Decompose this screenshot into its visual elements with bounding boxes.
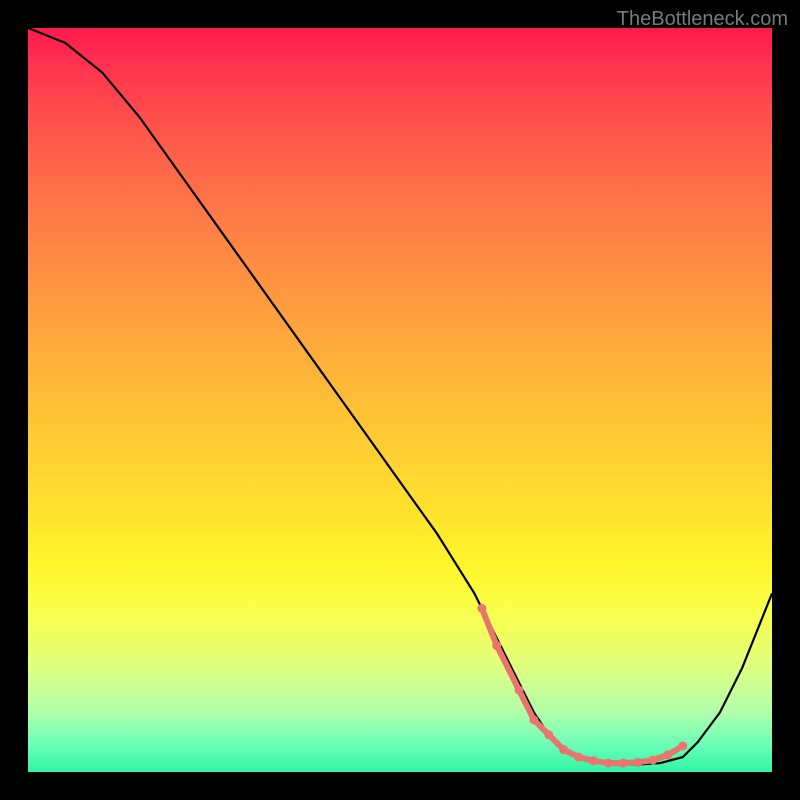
highlight-marker-group (477, 604, 687, 768)
highlight-segment (497, 646, 519, 691)
chart-svg (28, 28, 772, 772)
highlight-segment (519, 690, 534, 720)
watermark-text: TheBottleneck.com (617, 8, 788, 31)
highlight-dot (678, 741, 687, 750)
highlight-segment (482, 608, 497, 645)
bottleneck-curve-line (28, 28, 772, 765)
chart-plot-area (28, 28, 772, 772)
